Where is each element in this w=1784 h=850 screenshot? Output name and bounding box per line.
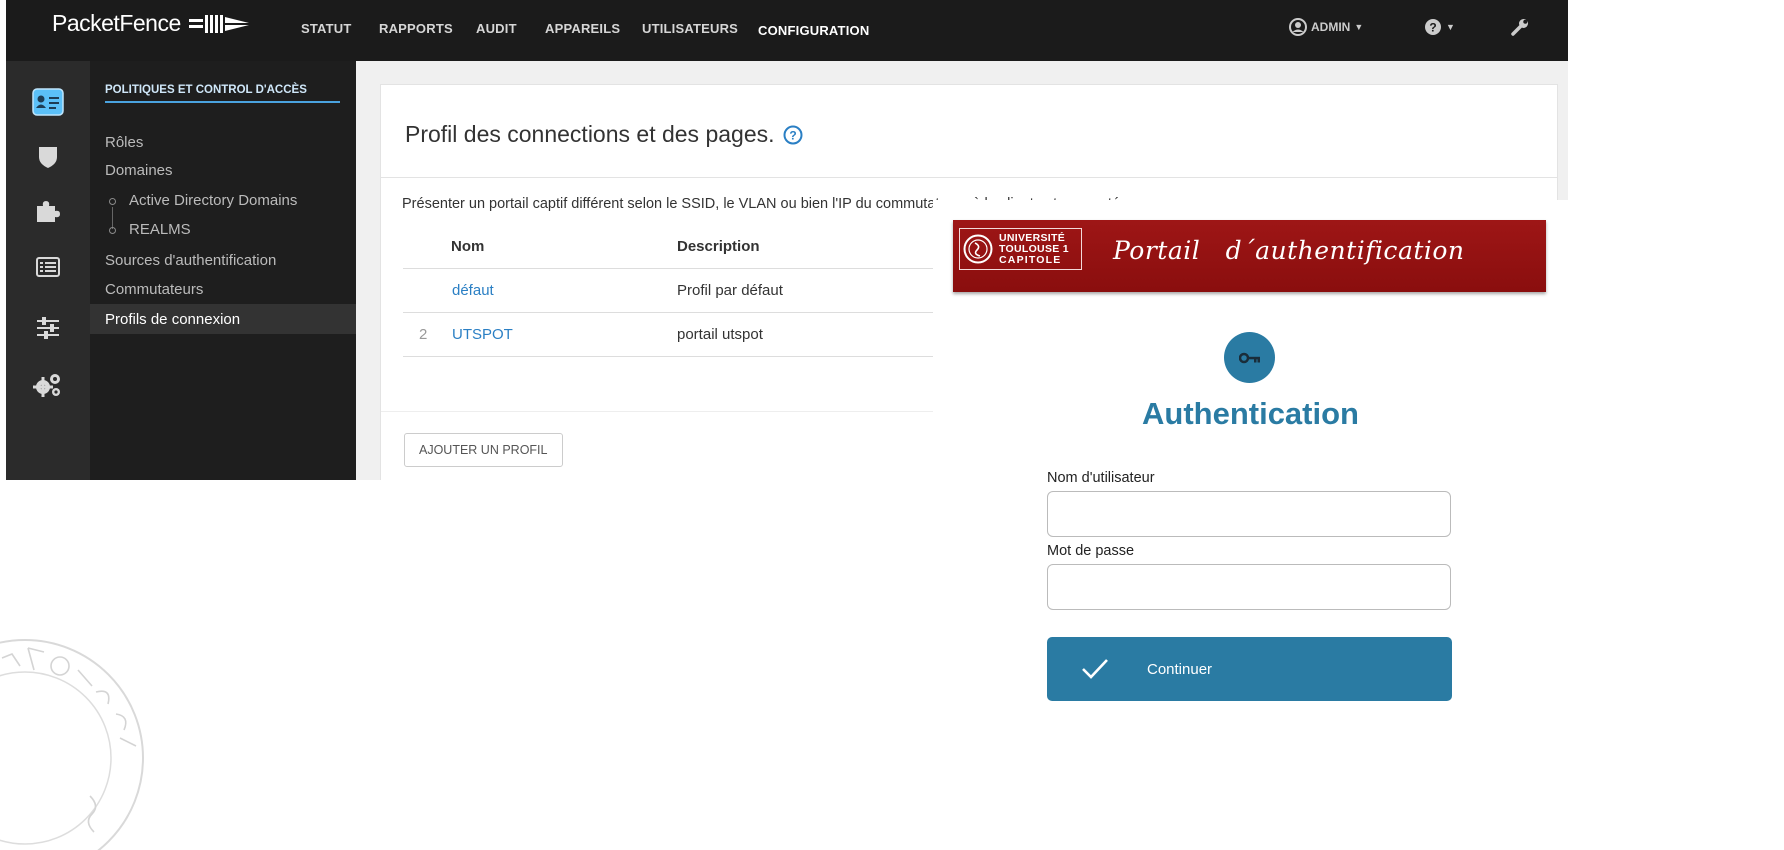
packetfence-logo[interactable]: PacketFence: [52, 10, 249, 37]
captive-portal-page: UNIVERSITÉ TOULOUSE 1 CAPITOLE Portail d…: [933, 200, 1568, 850]
help-menu[interactable]: ? ▼: [1424, 18, 1455, 36]
portal-banner: UNIVERSITÉ TOULOUSE 1 CAPITOLE Portail d…: [953, 220, 1546, 292]
submenu-item-active-directory-domains[interactable]: Active Directory Domains: [129, 192, 297, 209]
user-menu-label: ADMIN: [1311, 20, 1351, 34]
nav-configuration[interactable]: CONFIGURATION: [758, 23, 869, 38]
continue-button[interactable]: Continuer: [1047, 637, 1452, 701]
caret-down-icon: ▼: [1446, 22, 1455, 32]
username-input[interactable]: [1047, 491, 1451, 537]
profile-description: portail utspot: [677, 326, 763, 343]
logo-mark-icon: [188, 14, 249, 33]
submenu-title-underline: [105, 101, 340, 103]
shield-icon: [39, 147, 57, 168]
password-input[interactable]: [1047, 564, 1451, 610]
submenu-item-sources-authentification[interactable]: Sources d'authentification: [105, 252, 276, 269]
puzzle-icon: [37, 201, 60, 222]
profile-link-utspot[interactable]: UTSPOT: [452, 326, 513, 343]
sidebar-services[interactable]: [6, 372, 90, 398]
submenu-item-realms[interactable]: REALMS: [129, 221, 191, 238]
wrench-icon: [1511, 19, 1528, 36]
nav-appareils[interactable]: APPAREILS: [545, 21, 620, 36]
submenu-item-domaines[interactable]: Domaines: [105, 162, 173, 179]
submenu-item-profils-connexion[interactable]: Profils de connexion: [105, 311, 240, 328]
id-card-icon: [32, 88, 64, 116]
section-submenu: POLITIQUES ET CONTROL D'ACCÈS Rôles Doma…: [90, 61, 356, 480]
add-profile-button[interactable]: AJOUTER UN PROFIL: [404, 433, 563, 467]
top-navbar: PacketFence STATUT RAPPORTS AUDIT APPARE…: [6, 0, 1568, 61]
sidebar-advanced-access[interactable]: [6, 257, 90, 277]
auth-heading: Authentication: [1142, 396, 1359, 431]
university-seal-icon: [963, 234, 993, 264]
help-icon[interactable]: ?: [783, 125, 803, 145]
nav-rapports[interactable]: RAPPORTS: [379, 21, 453, 36]
submenu-item-roles[interactable]: Rôles: [105, 134, 143, 151]
university-logo: UNIVERSITÉ TOULOUSE 1 CAPITOLE: [959, 228, 1082, 270]
sidebar-security[interactable]: [6, 145, 90, 169]
sidebar-system[interactable]: [6, 317, 90, 339]
svg-text:?: ?: [789, 128, 796, 142]
university-name-line: CAPITOLE: [999, 253, 1062, 266]
list-icon: [36, 257, 60, 277]
help-icon: ?: [1425, 19, 1441, 35]
table-row-divider: [403, 356, 963, 357]
sliders-icon: [37, 317, 59, 339]
nav-audit[interactable]: AUDIT: [476, 21, 517, 36]
logo-text: PacketFence: [52, 10, 181, 36]
tree-connector: [112, 207, 113, 229]
submenu-item-commutateurs[interactable]: Commutateurs: [105, 281, 203, 298]
row-index[interactable]: 2: [419, 326, 427, 343]
continue-button-label: Continuer: [1147, 660, 1213, 678]
user-menu[interactable]: ADMIN ▼: [1289, 18, 1363, 36]
tree-node-icon: [109, 227, 116, 234]
submenu-title: POLITIQUES ET CONTROL D'ACCÈS: [105, 84, 307, 96]
portal-banner-title: Portail d´authentification: [1113, 236, 1465, 265]
seal-watermark-icon: [0, 639, 144, 850]
tree-node-icon: [109, 198, 116, 205]
profile-description: Profil par défaut: [677, 282, 783, 299]
table-row-divider: [403, 268, 963, 269]
university-name: UNIVERSITÉ TOULOUSE 1 CAPITOLE: [999, 231, 1069, 266]
svg-text:?: ?: [1429, 21, 1436, 35]
gears-icon: [33, 374, 60, 397]
key-icon: [1238, 352, 1260, 363]
page-title-text: Profil des connections et des pages.: [405, 121, 775, 147]
university-name-line: UNIVERSITÉ: [999, 231, 1066, 244]
key-badge: [1224, 332, 1275, 383]
sidebar-policies[interactable]: [6, 88, 90, 116]
tools-button[interactable]: [1510, 17, 1530, 37]
nav-utilisateurs[interactable]: UTILISATEURS: [642, 21, 738, 36]
divider: [381, 177, 1557, 178]
sidebar-integration[interactable]: [6, 197, 90, 223]
password-label: Mot de passe: [1047, 543, 1135, 559]
column-header-description[interactable]: Description: [677, 238, 760, 255]
category-icon-bar: [6, 61, 90, 480]
table-row-divider: [403, 312, 963, 313]
column-header-nom[interactable]: Nom: [451, 238, 484, 255]
nav-statut[interactable]: STATUT: [301, 21, 352, 36]
user-icon: [1289, 18, 1307, 36]
university-name-line: TOULOUSE 1: [999, 242, 1069, 255]
username-label: Nom d'utilisateur: [1047, 470, 1155, 486]
checkmark-icon: [1082, 659, 1108, 679]
page-title: Profil des connections et des pages. ?: [405, 121, 803, 148]
caret-down-icon: ▼: [1354, 22, 1364, 32]
profile-link-defaut[interactable]: défaut: [452, 282, 494, 299]
